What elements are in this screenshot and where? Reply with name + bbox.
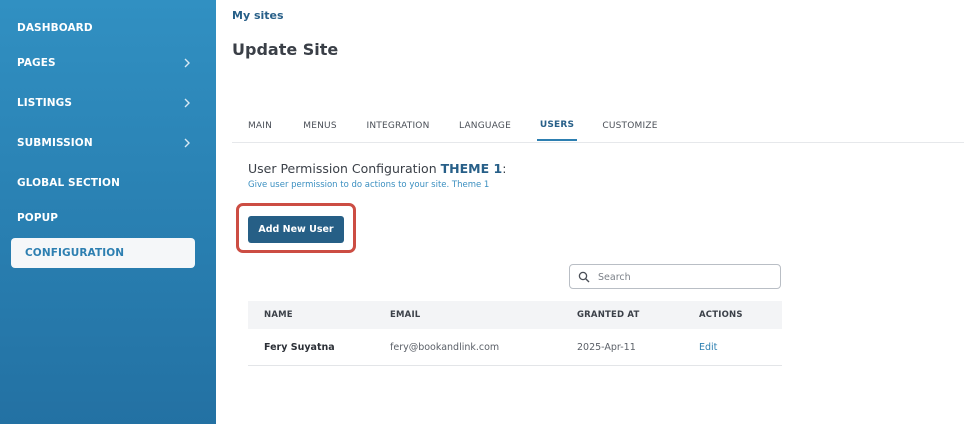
- sidebar-item-global-section[interactable]: GLOBAL SECTION: [0, 168, 216, 198]
- permission-title-text: User Permission Configuration: [248, 161, 437, 176]
- permission-title-suffix: :: [502, 161, 507, 176]
- user-name: Fery Suyatna: [264, 341, 335, 353]
- tab-integration[interactable]: INTEGRATION: [362, 110, 434, 141]
- column-header-granted-at[interactable]: GRANTED AT: [577, 301, 640, 329]
- tab-label: USERS: [539, 119, 575, 130]
- sidebar: DASHBOARD PAGES LISTINGS SUBMISSION GLOB…: [0, 0, 216, 424]
- tab-label: INTEGRATION: [366, 120, 430, 131]
- tab-label: CUSTOMIZE: [602, 120, 658, 131]
- chevron-right-icon: [184, 58, 190, 68]
- column-header-name[interactable]: NAME: [264, 301, 293, 329]
- sidebar-item-label: DASHBOARD: [17, 22, 93, 34]
- sidebar-item-label: GLOBAL SECTION: [17, 177, 120, 189]
- chevron-right-icon: [184, 98, 190, 108]
- table-header: NAME EMAIL GRANTED AT ACTIONS: [248, 301, 782, 329]
- tab-menus[interactable]: MENUS: [296, 110, 344, 141]
- tab-main[interactable]: MAIN: [236, 110, 284, 141]
- sidebar-item-label: LISTINGS: [17, 97, 72, 109]
- search-box: [569, 264, 781, 289]
- sidebar-item-label: PAGES: [17, 57, 56, 69]
- user-email: fery@bookandlink.com: [390, 341, 500, 353]
- sidebar-item-label: CONFIGURATION: [25, 247, 125, 259]
- sidebar-item-label: SUBMISSION: [17, 137, 93, 149]
- tab-bar: MAIN MENUS INTEGRATION LANGUAGE USERS CU…: [232, 110, 964, 143]
- sidebar-item-dashboard[interactable]: DASHBOARD: [0, 13, 216, 43]
- granted-date: 2025-Apr-11: [577, 341, 636, 353]
- search-input[interactable]: [596, 268, 778, 287]
- tab-label: MAIN: [247, 120, 273, 131]
- edit-link[interactable]: Edit: [699, 329, 717, 365]
- column-header-actions: ACTIONS: [699, 310, 743, 320]
- permission-subtitle: Give user permission to do actions to yo…: [248, 180, 490, 190]
- tab-language[interactable]: LANGUAGE: [454, 110, 516, 141]
- breadcrumb-my-sites[interactable]: My sites: [232, 9, 284, 22]
- sidebar-item-label: POPUP: [17, 212, 59, 224]
- chevron-right-icon: [184, 138, 190, 148]
- permission-title: User Permission Configuration THEME 1:: [248, 161, 506, 176]
- tab-label: MENUS: [303, 120, 337, 131]
- page-title: Update Site: [232, 40, 339, 59]
- tab-users[interactable]: USERS: [537, 110, 577, 141]
- search-icon: [578, 271, 590, 283]
- tab-customize[interactable]: CUSTOMIZE: [598, 110, 662, 141]
- add-new-user-button[interactable]: Add New User: [248, 216, 344, 243]
- column-header-email[interactable]: EMAIL: [390, 301, 420, 329]
- tab-label: LANGUAGE: [459, 120, 511, 131]
- sidebar-item-pages[interactable]: PAGES: [0, 48, 216, 78]
- sidebar-item-listings[interactable]: LISTINGS: [0, 88, 216, 118]
- sidebar-item-configuration[interactable]: CONFIGURATION: [11, 238, 195, 268]
- table-row: Fery Suyatna fery@bookandlink.com 2025-A…: [248, 329, 782, 366]
- sidebar-item-popup[interactable]: POPUP: [0, 203, 216, 233]
- sidebar-item-submission[interactable]: SUBMISSION: [0, 128, 216, 158]
- theme-name: THEME 1: [440, 161, 503, 176]
